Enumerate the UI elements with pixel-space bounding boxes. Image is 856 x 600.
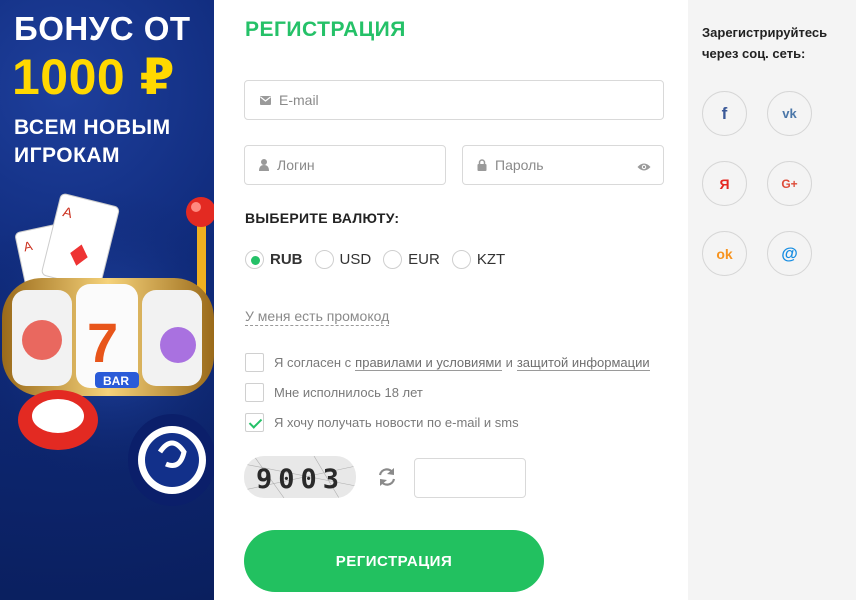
- age-confirm-checkbox[interactable]: [245, 383, 264, 402]
- currency-option-rub[interactable]: RUB: [245, 250, 303, 269]
- social-signup-title: Зарегистрируйтесь через соц. сеть:: [702, 25, 828, 61]
- agree-prefix-text: Я согласен с: [274, 355, 352, 370]
- envelope-icon: [259, 94, 271, 106]
- email-input[interactable]: [279, 92, 663, 108]
- registration-form: РЕГИСТРАЦИЯ ВЫБЕРИТЕ ВАЛЮТУ: RUB USD: [214, 0, 688, 600]
- banner-bonus-line4: ИГРОКАМ: [14, 144, 121, 167]
- facebook-button[interactable]: f: [702, 91, 747, 136]
- vkontakte-button[interactable]: vk: [767, 91, 812, 136]
- currency-selector: RUB USD EUR KZT: [245, 250, 517, 269]
- radio-button[interactable]: [314, 250, 334, 269]
- email-field[interactable]: [244, 80, 664, 120]
- lock-icon: [477, 159, 487, 171]
- register-submit-button[interactable]: РЕГИСТРАЦИЯ: [244, 530, 544, 592]
- social-signup-panel: Зарегистрируйтесь через соц. сеть: f vk …: [688, 0, 856, 600]
- facebook-icon: f: [721, 103, 728, 123]
- login-field[interactable]: [244, 145, 458, 185]
- agree-terms-row: Я согласен с правилами и условиями и защ…: [245, 353, 654, 372]
- terms-link[interactable]: правилами и условиями: [355, 355, 502, 371]
- svg-text:BAR: BAR: [103, 374, 129, 388]
- refresh-captcha-icon[interactable]: [376, 466, 398, 493]
- svg-text:7: 7: [87, 311, 118, 374]
- login-input[interactable]: [277, 157, 458, 173]
- radio-button[interactable]: [451, 250, 471, 269]
- captcha-image: 9003: [244, 456, 356, 498]
- mail-ru-icon: @: [781, 243, 798, 263]
- currency-option-kzt[interactable]: KZT: [451, 250, 506, 269]
- google-plus-button[interactable]: G+: [767, 161, 812, 206]
- agree-and-text: и: [505, 355, 513, 370]
- user-icon: [259, 159, 269, 171]
- newsletter-label: Я хочу получать новости по e-mail и sms: [274, 415, 519, 430]
- eye-icon[interactable]: [637, 159, 651, 175]
- currency-label: KZT: [476, 251, 506, 268]
- privacy-link[interactable]: защитой информации: [516, 355, 650, 371]
- banner-bonus-line1: БОНУС ОТ: [14, 10, 191, 47]
- vk-icon: vk: [782, 106, 797, 121]
- agree-terms-checkbox[interactable]: [245, 353, 264, 372]
- age-confirm-row: Мне исполнилось 18 лет: [245, 383, 423, 402]
- currency-label: USD: [339, 251, 372, 268]
- currency-option-eur[interactable]: EUR: [383, 250, 440, 269]
- currency-label: EUR: [408, 251, 440, 268]
- google-plus-icon: G+: [781, 176, 798, 191]
- mail-ru-button[interactable]: @: [767, 231, 812, 276]
- banner-bonus-line3: ВСЕМ НОВЫМ: [14, 116, 171, 139]
- promo-banner[interactable]: A A 7 BAR БОНУС ОТ 1000 ₽ ВСЕМ НОВЫМ ИГР…: [0, 0, 214, 600]
- newsletter-checkbox[interactable]: [245, 413, 264, 432]
- yandex-button[interactable]: Я: [702, 161, 747, 206]
- odnoklassniki-button[interactable]: ok: [702, 231, 747, 276]
- password-field[interactable]: [462, 145, 676, 185]
- yandex-icon: Я: [719, 175, 730, 192]
- currency-option-usd[interactable]: USD: [314, 250, 372, 269]
- page-title: РЕГИСТРАЦИЯ: [245, 18, 406, 41]
- radio-button[interactable]: [245, 250, 264, 269]
- promo-code-link[interactable]: У меня есть промокод: [245, 308, 390, 326]
- odnoklassniki-icon: ok: [716, 245, 733, 262]
- age-confirm-label: Мне исполнилось 18 лет: [274, 385, 423, 400]
- currency-label: RUB: [270, 251, 303, 268]
- newsletter-row: Я хочу получать новости по e-mail и sms: [245, 413, 519, 432]
- captcha-text: 9003: [256, 464, 345, 495]
- banner-bonus-amount: 1000 ₽: [12, 49, 175, 105]
- currency-title: ВЫБЕРИТЕ ВАЛЮТУ:: [245, 210, 400, 226]
- captcha-input[interactable]: [414, 458, 526, 498]
- radio-button[interactable]: [383, 250, 403, 269]
